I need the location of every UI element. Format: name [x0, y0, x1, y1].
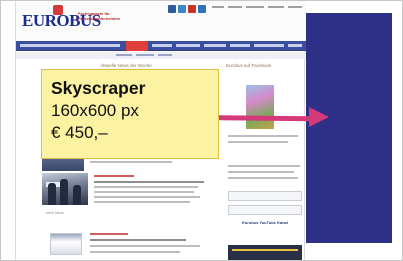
sidebar-line	[228, 177, 298, 179]
article-line	[94, 175, 134, 177]
photo-figure	[73, 185, 81, 205]
nav-item[interactable]	[230, 44, 250, 47]
subnav-item[interactable]	[158, 54, 172, 56]
article-line	[90, 245, 200, 247]
sub-navigation	[16, 52, 306, 59]
news-photo[interactable]	[50, 233, 82, 255]
ad-placement-illustration: EUROBUS Fachmagazin für Reisebusunterneh…	[0, 0, 403, 261]
sidebar-line	[228, 165, 300, 167]
top-link[interactable]	[288, 6, 302, 8]
photo-figure	[60, 179, 68, 205]
top-link[interactable]	[228, 6, 242, 8]
article-line	[94, 196, 200, 198]
nav-item[interactable]	[288, 44, 302, 47]
sidebar-heading: Eurobus auf Facebook	[226, 63, 272, 68]
nav-item[interactable]	[152, 44, 172, 47]
sidebar-line	[228, 171, 294, 173]
linkedin-icon[interactable]	[198, 5, 206, 13]
article-line	[90, 161, 172, 163]
article-line	[90, 251, 180, 253]
nav-item-active[interactable]	[126, 41, 148, 51]
article-line	[90, 233, 128, 235]
nav-item[interactable]	[204, 44, 226, 47]
skyscraper-ad-slot	[306, 13, 392, 243]
photo-figure	[48, 183, 56, 205]
ad-format-price: € 450,–	[51, 123, 108, 142]
nav-item[interactable]	[254, 44, 284, 47]
googleplus-icon[interactable]	[188, 5, 196, 13]
article-line	[94, 181, 204, 183]
arrow-right-icon	[309, 107, 329, 127]
nav-item[interactable]	[20, 44, 120, 47]
site-header: EUROBUS Fachmagazin für Reisebusunterneh…	[16, 1, 306, 41]
nav-item[interactable]	[176, 44, 200, 47]
article-line	[94, 201, 190, 203]
main-navigation	[16, 41, 306, 51]
top-link[interactable]	[246, 6, 264, 8]
twitter-icon[interactable]	[178, 5, 186, 13]
article-line	[90, 239, 186, 241]
ad-format-info-box: Skyscraper 160x600 px € 450,–	[41, 69, 219, 159]
news-photo[interactable]	[42, 173, 88, 205]
site-tagline: Fachmagazin für Reisebusunternehmer	[78, 11, 121, 21]
sidebar-banner[interactable]	[228, 245, 302, 260]
top-links	[212, 6, 304, 12]
subnav-item[interactable]	[116, 54, 132, 56]
sidebar-banner-line	[232, 249, 298, 251]
more-news-link[interactable]: mehr News	[46, 211, 86, 217]
facebook-icon[interactable]	[168, 5, 176, 13]
top-link[interactable]	[212, 6, 224, 8]
sidebar-line	[228, 141, 288, 143]
article-line	[94, 186, 198, 188]
ad-format-title: Skyscraper	[51, 78, 146, 98]
ad-format-dimensions: 160x600 px	[51, 101, 139, 120]
subnav-item[interactable]	[136, 54, 154, 56]
article-line	[94, 191, 194, 193]
sidebar-button[interactable]	[228, 191, 302, 201]
sidebar-button[interactable]	[228, 205, 302, 215]
top-link[interactable]	[268, 6, 284, 8]
sidebar-line	[228, 135, 298, 137]
social-icons	[168, 5, 206, 15]
sidebar-photo[interactable]	[246, 85, 274, 129]
youtube-heading[interactable]: Eurobus YouTube Kanal	[228, 219, 302, 227]
logo-accent-icon	[53, 5, 63, 15]
site-logo[interactable]: EUROBUS	[22, 5, 101, 37]
